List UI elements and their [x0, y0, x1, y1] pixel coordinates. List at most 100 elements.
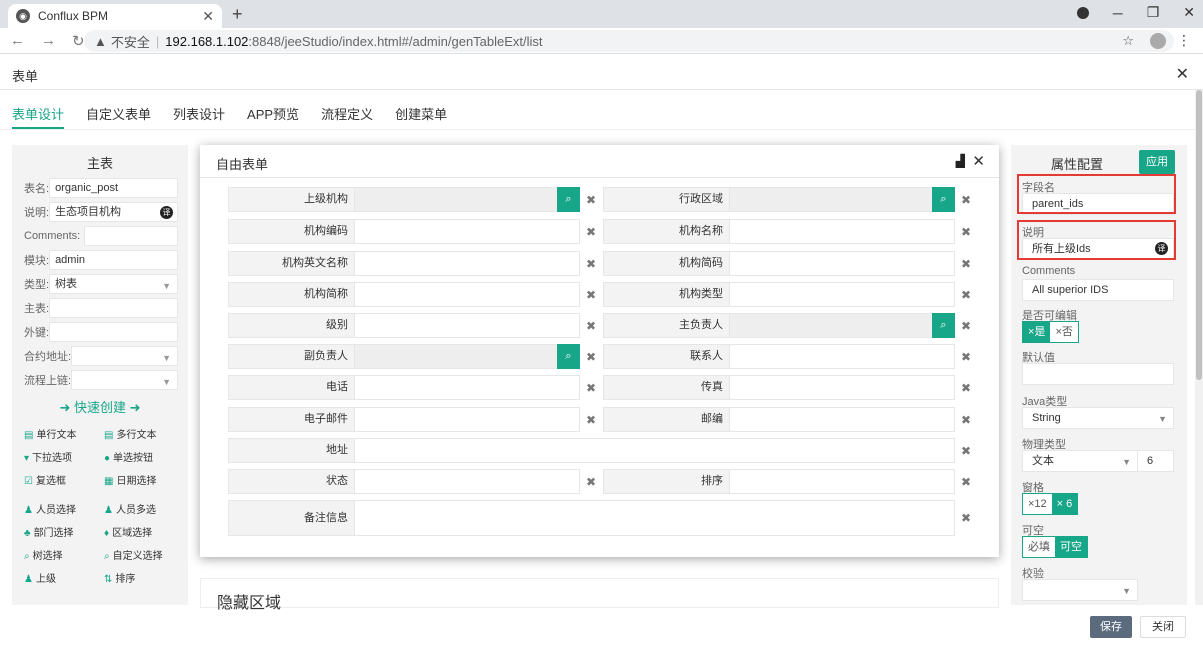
forward-icon[interactable]: → [41, 32, 56, 50]
search-icon[interactable]: ⌕ [557, 344, 580, 369]
contract-address-select[interactable]: ▼ [71, 346, 178, 366]
tab-custom-form[interactable]: 自定义表单 [86, 96, 151, 129]
remove-field-icon[interactable]: ✖ [584, 475, 598, 489]
table-name-input[interactable]: organic_post [49, 178, 178, 198]
remove-field-icon[interactable]: ✖ [959, 475, 973, 489]
widget-area[interactable]: ♦ 区域选择 [104, 524, 184, 539]
remove-field-icon[interactable]: ✖ [959, 350, 973, 364]
widget-parent[interactable]: ♟ 上级 [24, 570, 104, 585]
remove-field-icon[interactable]: ✖ [959, 225, 973, 239]
editable-no[interactable]: ×否 [1050, 322, 1078, 342]
reload-icon[interactable]: ↻ [72, 32, 85, 50]
widget-date[interactable]: ▦ 日期选择 [104, 472, 184, 487]
form-field-input[interactable] [729, 407, 955, 432]
form-field-input[interactable]: ⌕ [354, 187, 580, 212]
flow-chain-select[interactable]: ▼ [71, 370, 178, 390]
remove-field-icon[interactable]: ✖ [959, 511, 973, 525]
form-field-input[interactable] [354, 407, 580, 432]
form-field-input[interactable] [729, 219, 955, 244]
form-field-input[interactable] [354, 469, 580, 494]
form-field-input[interactable] [354, 438, 955, 463]
remove-field-icon[interactable]: ✖ [584, 193, 598, 207]
comments-input[interactable] [84, 226, 178, 246]
widget-checkbox[interactable]: ☑ 复选框 [24, 472, 104, 487]
close-tab-icon[interactable]: ✕ [202, 8, 214, 25]
search-icon[interactable]: ⌕ [932, 187, 955, 212]
browser-tab[interactable]: ◉ Conflux BPM ✕ [8, 4, 222, 28]
search-icon[interactable]: ⌕ [932, 313, 955, 338]
tab-list-design[interactable]: 列表设计 [173, 96, 225, 129]
remove-field-icon[interactable]: ✖ [959, 381, 973, 395]
scrollbar-thumb[interactable] [1196, 90, 1202, 380]
close-button[interactable]: 关闭 [1140, 616, 1186, 638]
grid-6[interactable]: × 6 [1051, 494, 1078, 514]
comments-input[interactable]: All superior IDS [1022, 279, 1174, 301]
remove-field-icon[interactable]: ✖ [584, 350, 598, 364]
minimize-icon[interactable]: ─ [1113, 5, 1123, 21]
remove-field-icon[interactable]: ✖ [584, 319, 598, 333]
remove-field-icon[interactable]: ✖ [959, 257, 973, 271]
save-button[interactable]: 保存 [1090, 616, 1132, 638]
quick-create-button[interactable]: ➜ 快速创建 ➜ [12, 397, 188, 416]
form-field-input[interactable] [729, 375, 955, 400]
widget-department[interactable]: ♣ 部门选择 [24, 524, 104, 539]
apply-button[interactable]: 应用 [1139, 150, 1175, 174]
new-tab-icon[interactable]: + [232, 4, 243, 25]
description-input[interactable]: 生态项目机构 译 [49, 202, 178, 222]
widget-dropdown[interactable]: ▾ 下拉选项 [24, 449, 104, 464]
remove-field-icon[interactable]: ✖ [584, 288, 598, 302]
widget-users[interactable]: ♟ 人员多选 [104, 501, 184, 516]
search-icon[interactable]: ⌕ [557, 187, 580, 212]
remove-field-icon[interactable]: ✖ [959, 319, 973, 333]
module-input[interactable]: admin [49, 250, 178, 270]
form-field-input[interactable] [354, 219, 580, 244]
form-field-input[interactable] [729, 251, 955, 276]
widget-multi-text[interactable]: ▤ 多行文本 [104, 426, 184, 441]
form-field-input[interactable] [729, 469, 955, 494]
bookmark-star-icon[interactable]: ☆ [1122, 33, 1134, 49]
form-field-input[interactable] [729, 282, 955, 307]
default-input[interactable] [1022, 363, 1174, 385]
editable-yes[interactable]: ×是 [1023, 322, 1051, 342]
profile-avatar[interactable] [1150, 33, 1166, 49]
validate-select[interactable]: ▼ [1022, 579, 1138, 601]
back-icon[interactable]: ← [10, 32, 25, 50]
close-icon[interactable]: ✕ [1176, 64, 1189, 84]
widget-custom-select[interactable]: ⌕ 自定义选择 [104, 547, 184, 562]
maximize-icon[interactable]: ▟ [956, 154, 965, 168]
form-field-input[interactable] [729, 344, 955, 369]
restore-icon[interactable]: ❐ [1147, 4, 1160, 21]
tab-flow-definition[interactable]: 流程定义 [321, 96, 373, 129]
remove-field-icon[interactable]: ✖ [584, 257, 598, 271]
extension-icon[interactable] [1076, 6, 1089, 19]
remove-field-icon[interactable]: ✖ [584, 225, 598, 239]
remove-field-icon[interactable]: ✖ [959, 444, 973, 458]
tab-form-design[interactable]: 表单设计 [12, 96, 65, 129]
phys-type-select[interactable]: 文本 ▼ [1022, 450, 1138, 472]
foreign-key-input[interactable] [49, 322, 178, 342]
widget-user[interactable]: ♟ 人员选择 [24, 501, 104, 516]
master-table-input[interactable] [49, 298, 178, 318]
tab-app-preview[interactable]: APP预览 [247, 96, 299, 129]
form-field-input[interactable]: ⌕ [354, 344, 580, 369]
remove-field-icon[interactable]: ✖ [584, 413, 598, 427]
nullable-option[interactable]: 可空 [1055, 537, 1087, 557]
java-type-select[interactable]: String ▼ [1022, 407, 1174, 429]
remove-field-icon[interactable]: ✖ [584, 381, 598, 395]
form-field-input[interactable] [354, 313, 580, 338]
form-field-input[interactable] [354, 282, 580, 307]
form-field-input[interactable] [354, 251, 580, 276]
form-field-input[interactable]: ⌕ [729, 187, 955, 212]
type-select[interactable]: 树表 ▼ [49, 274, 178, 294]
form-field-input[interactable]: ⌕ [729, 313, 955, 338]
form-field-input[interactable] [354, 500, 955, 536]
widget-radio[interactable]: ● 单选按钮 [104, 449, 184, 464]
tab-create-menu[interactable]: 创建菜单 [395, 96, 447, 129]
url-field[interactable]: ▲ 不安全 | 192.168.1.102:8848/jeeStudio/ind… [84, 30, 1174, 52]
widget-sort[interactable]: ⇅ 排序 [104, 570, 184, 585]
widget-single-text[interactable]: ▤ 单行文本 [24, 426, 104, 441]
page-scrollbar[interactable] [1195, 90, 1203, 605]
form-field-input[interactable] [354, 375, 580, 400]
phys-length-input[interactable]: 6 [1138, 450, 1174, 472]
remove-field-icon[interactable]: ✖ [959, 413, 973, 427]
